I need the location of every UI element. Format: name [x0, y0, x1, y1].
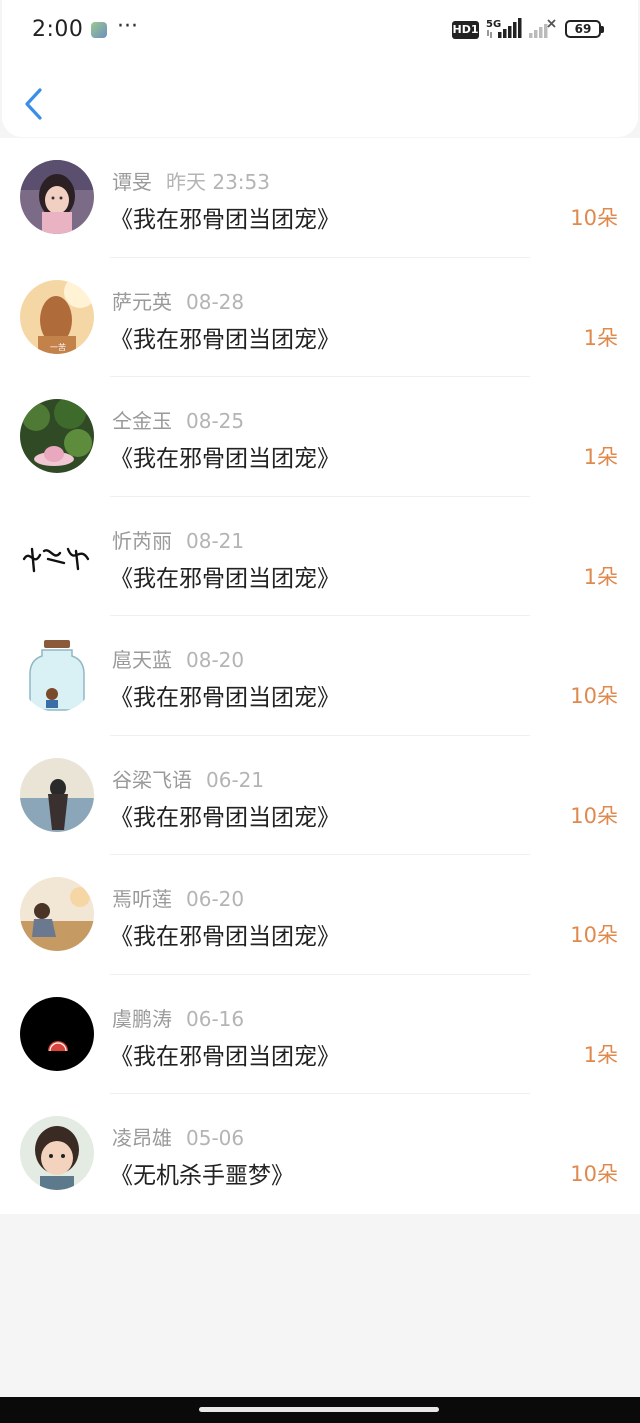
avatar[interactable]	[20, 1116, 94, 1190]
app-notification-icon	[91, 22, 107, 38]
home-indicator[interactable]	[199, 1407, 439, 1412]
sender-name: 谷梁飞语 06-21	[112, 767, 265, 792]
avatar[interactable]: 一苦	[20, 279, 94, 354]
system-nav-bar	[0, 1397, 640, 1423]
list-item[interactable]: 虞鹏涛 06-16 《我在邪骨团当团宠》 1朵	[0, 975, 640, 1094]
battery-indicator: 69	[565, 20, 604, 38]
gift-date: 05-06	[186, 1126, 245, 1150]
list-item[interactable]: 凌昂雄 05-06 《无机杀手噩梦》 10朵	[0, 1094, 640, 1214]
status-time: 2:00	[32, 17, 84, 42]
book-title: 《我在邪骨团当团宠》	[110, 565, 340, 592]
sender-name: 虞鹏涛 06-16	[112, 1006, 245, 1031]
gift-amount: 10朵	[570, 1162, 618, 1186]
list-item[interactable]: 焉听莲 06-20 《我在邪骨团当团宠》 10朵	[0, 855, 640, 975]
gift-date: 06-16	[186, 1006, 245, 1031]
sender-name: 忻芮丽 08-21	[112, 528, 245, 553]
gift-date: 06-20	[186, 887, 245, 911]
gift-date: 06-21	[206, 767, 265, 792]
gift-amount: 10朵	[570, 684, 618, 708]
sender-name: 扈天蓝 08-20	[112, 648, 245, 672]
avatar[interactable]	[20, 518, 94, 593]
gift-date: 昨天 23:53	[166, 170, 270, 194]
list-item[interactable]: 扈天蓝 08-20 《我在邪骨团当团宠》 10朵	[0, 616, 640, 736]
more-notifications-icon: ···	[117, 14, 138, 39]
book-title: 《我在邪骨团当团宠》	[110, 446, 340, 472]
avatar[interactable]	[20, 877, 94, 951]
list-item[interactable]: 谭旻 昨天 23:53 《我在邪骨团当团宠》 10朵	[0, 138, 640, 258]
avatar[interactable]	[20, 757, 94, 832]
gift-date: 08-20	[186, 648, 245, 672]
network-label: 5G	[486, 19, 501, 30]
list-item[interactable]: 忻芮丽 08-21 《我在邪骨团当团宠》 1朵	[0, 497, 640, 616]
gift-amount: 1朵	[583, 445, 618, 469]
svg-text:一苦: 一苦	[50, 342, 66, 352]
gift-date: 08-21	[186, 528, 245, 553]
sender-name: 萨元英 08-28	[112, 289, 245, 314]
avatar[interactable]	[20, 160, 94, 234]
signal-5g-icon: 5G	[484, 16, 524, 42]
book-title: 《我在邪骨团当团宠》	[110, 1043, 340, 1070]
gift-amount: 1朵	[583, 1042, 618, 1067]
gift-list: 谭旻 昨天 23:53 《我在邪骨团当团宠》 10朵 一苦 萨元英 08-28 《我…	[0, 138, 640, 1214]
gift-amount: 1朵	[583, 325, 618, 350]
book-title: 《我在邪骨团当团宠》	[110, 685, 340, 711]
chevron-left-icon	[25, 88, 42, 120]
sender-name: 谭旻 昨天 23:53	[112, 170, 270, 194]
status-bar: 2:00 ··· HD1 5G 69	[0, 0, 640, 62]
sender-name: 凌昂雄 05-06	[112, 1126, 245, 1150]
list-item[interactable]: 仝金玉 08-25 《我在邪骨团当团宠》 1朵	[0, 377, 640, 497]
gift-date: 08-28	[186, 289, 245, 314]
gift-amount: 10朵	[570, 206, 618, 230]
book-title: 《我在邪骨团当团宠》	[110, 804, 340, 831]
signal-secondary-icon	[527, 16, 557, 42]
avatar[interactable]	[20, 996, 94, 1071]
sender-name: 焉听莲 06-20	[112, 887, 245, 911]
gift-date: 08-25	[186, 409, 245, 433]
list-item[interactable]: 一苦 萨元英 08-28 《我在邪骨团当团宠》 1朵	[0, 258, 640, 377]
gift-amount: 1朵	[583, 564, 618, 589]
hd-badge: HD1	[452, 21, 479, 39]
sender-name: 仝金玉 08-25	[112, 409, 245, 433]
gift-amount: 10朵	[570, 923, 618, 947]
book-title: 《我在邪骨团当团宠》	[110, 207, 340, 233]
avatar[interactable]	[20, 399, 94, 473]
gift-amount: 10朵	[570, 803, 618, 828]
back-button[interactable]	[18, 82, 54, 126]
list-item[interactable]: 谷梁飞语 06-21 《我在邪骨团当团宠》 10朵	[0, 736, 640, 855]
book-title: 《我在邪骨团当团宠》	[110, 326, 340, 353]
book-title: 《无机杀手噩梦》	[110, 1163, 294, 1189]
avatar[interactable]	[20, 638, 94, 712]
book-title: 《我在邪骨团当团宠》	[110, 924, 340, 950]
